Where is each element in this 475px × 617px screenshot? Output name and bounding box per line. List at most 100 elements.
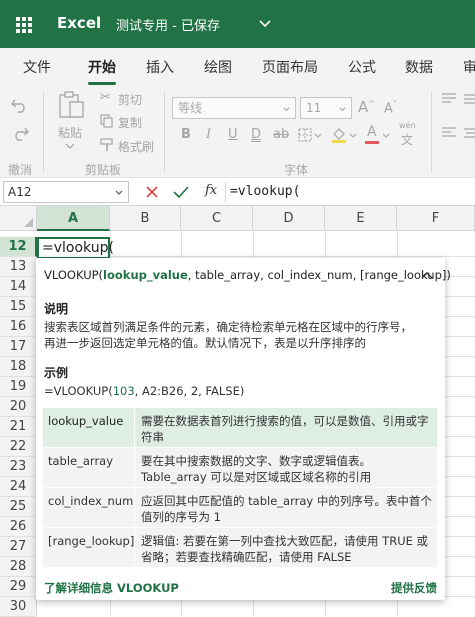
row-header[interactable]: 13 <box>0 257 37 277</box>
document-title[interactable]: 测试专用 - 已保存 <box>116 15 220 34</box>
app-launcher-icon[interactable] <box>16 17 32 33</box>
column-header[interactable]: F <box>397 206 475 231</box>
row-header[interactable]: 14 <box>0 277 37 297</box>
parameter-description: 应返回其中匹配值的 table_array 中的列序号。表中首个值列的序号为 1 <box>141 494 432 524</box>
column-header[interactable]: B <box>110 206 181 231</box>
row-header[interactable]: 12 <box>0 237 37 257</box>
tab-review[interactable]: 审 <box>463 57 475 77</box>
format-painter-label[interactable]: 格式刷 <box>118 138 154 155</box>
row-header[interactable]: 27 <box>0 537 37 557</box>
insert-function-icon[interactable]: fx <box>205 183 217 198</box>
chevron-down-icon[interactable] <box>64 142 76 150</box>
formula-bar: A12 fx =vlookup( <box>0 178 475 206</box>
divider <box>225 182 226 202</box>
cancel-icon[interactable] <box>145 185 159 199</box>
learn-more-link[interactable]: 了解详细信息 VLOOKUP <box>44 580 179 596</box>
row-header[interactable]: 21 <box>0 417 37 437</box>
tab-page-layout[interactable]: 页面布局 <box>262 57 318 77</box>
font-size-value: 11 <box>306 101 322 115</box>
active-cell-a12[interactable]: =vlookup( <box>37 237 114 259</box>
row-header[interactable]: 16 <box>0 317 37 337</box>
row-header[interactable]: 22 <box>0 437 37 457</box>
remaining-arguments: , table_array, col_index_num, [range_loo… <box>187 268 451 282</box>
cut-label[interactable]: 剪切 <box>118 91 142 108</box>
tab-data[interactable]: 数据 <box>405 57 433 77</box>
chevron-up-icon[interactable] <box>421 270 433 280</box>
format-painter-icon[interactable] <box>100 138 114 152</box>
select-all-button[interactable] <box>0 206 37 231</box>
paste-label[interactable]: 粘贴 <box>58 124 82 141</box>
underline-button[interactable]: U <box>228 127 238 142</box>
row-header[interactable]: 24 <box>0 477 37 497</box>
copy-icon[interactable] <box>100 114 114 128</box>
font-name-dropdown[interactable]: 等线 <box>172 97 296 119</box>
align-center-icon[interactable] <box>463 126 475 140</box>
table-row: [range_lookup] 逻辑值: 若要在第一列中查找大致匹配，请使用 TR… <box>43 528 437 568</box>
paste-icon[interactable] <box>56 90 86 120</box>
row-header[interactable]: 17 <box>0 337 37 357</box>
clipboard-group-label: 剪贴板 <box>85 163 122 177</box>
chevron-down-icon <box>115 190 123 195</box>
row-header[interactable]: 15 <box>0 297 37 317</box>
example-prefix: =VLOOKUP( <box>44 384 113 398</box>
font-size-dropdown[interactable]: 11 <box>300 97 352 119</box>
row-header[interactable]: 26 <box>0 517 37 537</box>
example-rest: , A2:B26, 2, FALSE) <box>134 384 245 398</box>
copy-label[interactable]: 复制 <box>118 114 142 131</box>
bold-button[interactable]: B <box>181 127 191 142</box>
strikethrough-button[interactable]: ab <box>273 127 289 142</box>
fill-color-icon[interactable] <box>331 126 347 144</box>
undo-icon[interactable] <box>10 96 30 114</box>
title-bar: Excel 测试专用 - 已保存 <box>0 0 475 48</box>
ribbon: 撤消 粘贴 ✂ 剪切 复制 格式刷 剪贴板 等线 11 A^ Aˇ B I U … <box>0 86 475 178</box>
double-underline-button[interactable]: D <box>251 127 261 142</box>
column-header[interactable]: E <box>325 206 397 231</box>
chevron-down-icon[interactable] <box>258 17 272 31</box>
column-header[interactable]: C <box>181 206 253 231</box>
tab-draw[interactable]: 绘图 <box>204 57 232 77</box>
row-header[interactable]: 20 <box>0 397 37 417</box>
borders-icon[interactable] <box>298 128 312 142</box>
row-header[interactable]: 30 <box>0 597 37 617</box>
column-header[interactable]: D <box>253 206 325 231</box>
phonetic-guide-icon[interactable]: 文 <box>401 131 413 148</box>
description-line: 搜索表区域首列满足条件的元素，确定待检索单元格在区域中的行序号， <box>44 320 412 334</box>
formula-input[interactable]: =vlookup( <box>230 184 300 199</box>
increase-font-icon[interactable]: A^ <box>358 98 375 116</box>
app-name[interactable]: Excel <box>57 14 101 32</box>
row-header[interactable]: 23 <box>0 457 37 477</box>
row-header[interactable]: 25 <box>0 497 37 517</box>
example-formula: =VLOOKUP(103, A2:B26, 2, FALSE) <box>44 384 244 398</box>
chevron-down-icon[interactable] <box>314 133 322 139</box>
tab-insert[interactable]: 插入 <box>146 57 174 77</box>
chevron-down-icon[interactable] <box>382 133 390 139</box>
row-header[interactable]: 29 <box>0 577 37 597</box>
description-line: 再进一步返回选定单元格的值。默认情况下，表是以升序排序的 <box>44 336 366 350</box>
name-box[interactable]: A12 <box>3 181 129 203</box>
align-left-icon[interactable] <box>441 126 457 140</box>
align-middle-icon[interactable] <box>463 92 475 106</box>
scissors-icon[interactable]: ✂ <box>100 90 111 105</box>
tab-home[interactable]: 开始 <box>88 57 116 77</box>
enter-check-icon[interactable] <box>173 185 189 199</box>
column-header[interactable]: A <box>37 206 110 231</box>
font-color-icon[interactable]: A <box>367 124 377 140</box>
divider <box>134 488 135 527</box>
divider <box>134 528 135 567</box>
row-header[interactable]: 28 <box>0 557 37 577</box>
decrease-font-icon[interactable]: Aˇ <box>384 100 397 116</box>
row-header[interactable]: 18 <box>0 357 37 377</box>
name-box-value: A12 <box>8 185 32 199</box>
table-row: lookup_value 需要在数据表首列进行搜索的值，可以是数值、引用或字符串 <box>43 408 437 448</box>
tab-formulas[interactable]: 公式 <box>348 57 376 77</box>
tab-file[interactable]: 文件 <box>23 57 51 77</box>
feedback-link[interactable]: 提供反馈 <box>391 580 437 596</box>
chevron-down-icon[interactable] <box>349 133 357 139</box>
row-header[interactable]: 19 <box>0 377 37 397</box>
redo-icon[interactable] <box>10 124 30 142</box>
phonetic-guide-label: wén <box>399 121 416 130</box>
chevron-down-icon <box>339 107 346 112</box>
italic-button[interactable]: I <box>206 127 211 142</box>
align-top-icon[interactable] <box>441 92 457 106</box>
parameter-description: 要在其中搜索数据的文字、数字或逻辑值表。Table_array 可以是对区域或区… <box>141 454 372 484</box>
